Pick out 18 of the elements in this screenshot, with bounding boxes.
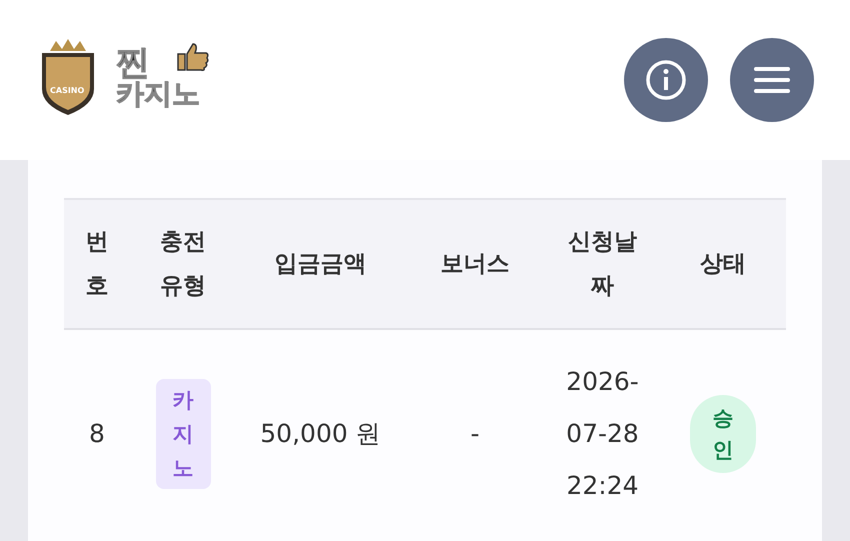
- table-cell: 50,000 원: [260, 419, 381, 448]
- column-header: 보너스: [440, 250, 510, 279]
- logo-text: 찐: [116, 46, 150, 80]
- column-header: 충전유형: [159, 228, 207, 301]
- thumbs-up-icon: [176, 42, 210, 72]
- column-header: 번호: [84, 228, 110, 301]
- status-tag: 승인: [690, 394, 756, 472]
- menu-icon: [752, 65, 792, 95]
- type-tag: 카지노: [156, 378, 210, 488]
- info-icon: [644, 58, 688, 102]
- logo-caption: CASINO: [50, 86, 84, 95]
- column-header: 입금금액: [274, 250, 366, 279]
- table-cell: -: [470, 419, 480, 448]
- column-header: 신청날짜: [566, 228, 638, 301]
- logo-text: 카지노: [116, 80, 200, 108]
- table-cell-text: 2026-07-28 22:24: [565, 366, 640, 502]
- column-header: 상태: [700, 250, 746, 279]
- table-cell: 8: [89, 419, 105, 448]
